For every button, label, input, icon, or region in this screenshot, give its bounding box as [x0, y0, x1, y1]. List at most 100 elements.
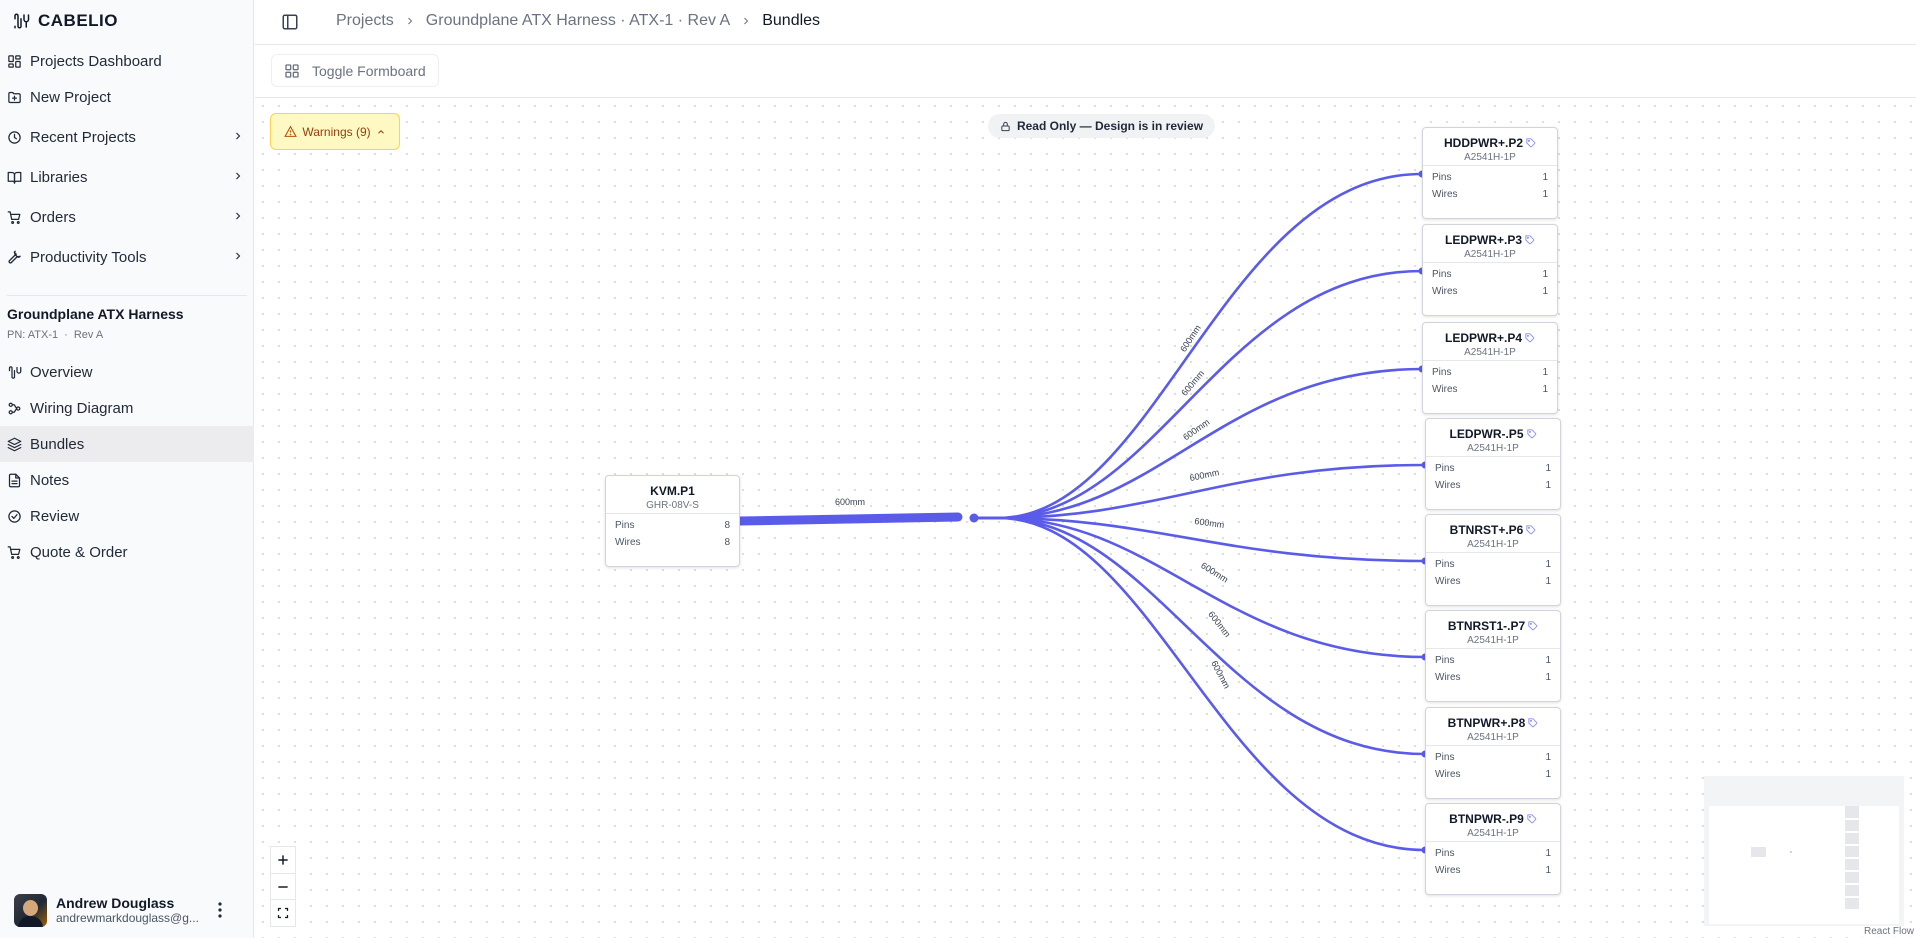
node-header: BTNRST1-.P7 A2541H-1P	[1426, 611, 1560, 649]
bundle-canvas[interactable]: React Flow	[255, 98, 1916, 938]
node-header: LEDPWR-.P5 A2541H-1P	[1426, 419, 1560, 457]
pins-count: 1	[1545, 655, 1551, 666]
target-connector-node[interactable]: LEDPWR+.P3 A2541H-1P Pins 1 Wires 1	[1422, 224, 1558, 316]
nav-orders[interactable]: Orders	[0, 199, 254, 235]
wires-label: Wires	[1435, 576, 1461, 587]
pins-label: Pins	[1435, 463, 1455, 474]
avatar	[14, 893, 47, 927]
target-connector-node[interactable]: BTNRST1-.P7 A2541H-1P Pins 1 Wires 1	[1425, 610, 1561, 702]
sidebar-item-wiring-diagram[interactable]: Wiring Diagram	[0, 390, 254, 426]
cart-icon	[7, 545, 21, 559]
node-header: BTNRST+.P6 A2541H-1P	[1426, 515, 1560, 553]
pins-count: 1	[1542, 367, 1548, 378]
warnings-label: Warnings (9)	[302, 124, 371, 139]
target-connector-node[interactable]: LEDPWR+.P4 A2541H-1P Pins 1 Wires 1	[1422, 322, 1558, 414]
wiring-icon	[8, 402, 21, 414]
sidebar-item-overview[interactable]: Overview	[0, 354, 254, 390]
sidebar-toggle-icon[interactable]	[281, 13, 299, 31]
nav-projects-dashboard[interactable]: Projects Dashboard	[0, 43, 254, 79]
wires-count: 1	[1545, 480, 1551, 491]
nav-productivity-tools[interactable]: Productivity Tools	[0, 239, 254, 275]
wires-label: Wires	[1435, 865, 1461, 876]
pins-label: Pins	[1432, 172, 1452, 183]
tag-icon[interactable]	[1526, 525, 1536, 535]
pins-count: 1	[1545, 559, 1551, 570]
project-meta-separator: ·	[64, 329, 68, 341]
pins-count: 1	[1545, 848, 1551, 859]
nav-label: Recent Projects	[30, 128, 136, 146]
node-header: BTNPWR-.P9 A2541H-1P	[1426, 804, 1560, 842]
chevron-right-icon	[236, 172, 241, 180]
target-connector-node[interactable]: BTNRST+.P6 A2541H-1P Pins 1 Wires 1	[1425, 514, 1561, 606]
connector-part-number: A2541H-1P	[1464, 249, 1516, 260]
brand-name: CABELIO	[38, 11, 118, 30]
tag-icon[interactable]	[1527, 814, 1537, 824]
connector-part-number: A2541H-1P	[1464, 347, 1516, 358]
connector-name: HDDPWR+.P2	[1443, 136, 1523, 150]
sidebar-item-review[interactable]: Review	[0, 498, 254, 534]
minus-icon	[278, 885, 288, 888]
app: CABELIO Projects Dashboard New Project Rec…	[0, 0, 1916, 938]
connector-name: LEDPWR+.P4	[1444, 331, 1522, 345]
tag-icon[interactable]	[1526, 429, 1537, 439]
node-header: HDDPWR+.P2 A2541H-1P	[1423, 128, 1557, 166]
wires-count: 1	[1545, 576, 1551, 587]
wires-count: 1	[1542, 384, 1548, 395]
user-email: andrewmarkdouglass@g...	[56, 911, 199, 925]
warnings-button[interactable]: Warnings (9)	[270, 113, 400, 150]
project-rev: Rev A	[73, 329, 104, 341]
connector-name: BTNRST1-.P7	[1447, 619, 1526, 633]
target-connector-node[interactable]: BTNPWR+.P8 A2541H-1P Pins 1 Wires 1	[1425, 707, 1561, 799]
tag-icon[interactable]	[1528, 621, 1538, 631]
fit-view-button[interactable]	[271, 900, 295, 926]
nav-label: New Project	[30, 88, 111, 106]
pins-count: 1	[1542, 269, 1548, 280]
target-connector-node[interactable]: HDDPWR+.P2 A2541H-1P Pins 1 Wires 1	[1422, 127, 1558, 219]
tag-icon[interactable]	[1525, 235, 1535, 245]
tag-icon[interactable]	[1525, 333, 1535, 343]
wires-label: Wires	[1432, 189, 1458, 200]
wires-label: Wires	[615, 537, 641, 548]
user-account[interactable]: Andrew Douglass andrewmarkdouglass@g...	[14, 893, 244, 927]
tag-icon[interactable]	[1526, 138, 1536, 148]
source-connector-node[interactable]: KVM.P1 GHR-08V-S Pins 8 Wires 8	[605, 475, 740, 567]
wires-label: Wires	[1435, 480, 1461, 491]
sidebar-item-bundles[interactable]: Bundles	[0, 426, 254, 462]
cart-icon	[7, 210, 21, 224]
zoom-in-button[interactable]	[271, 847, 295, 874]
breadcrumb-projects[interactable]: Projects	[336, 12, 394, 30]
chevron-right-icon	[236, 212, 241, 220]
wires-label: Wires	[1432, 286, 1458, 297]
sidebar-item-notes[interactable]: Notes	[0, 462, 254, 498]
more-vertical-icon[interactable]	[212, 900, 228, 920]
tag-icon[interactable]	[1528, 718, 1538, 728]
zoom-out-button[interactable]	[271, 874, 295, 901]
wires-label: Wires	[1435, 672, 1461, 683]
zoom-controls	[270, 846, 296, 927]
node-header: LEDPWR+.P4 A2541H-1P	[1423, 323, 1557, 361]
chevron-up-icon	[377, 129, 384, 134]
minimap-view	[1709, 806, 1899, 924]
connector-part-number: A2541H-1P	[1467, 732, 1519, 743]
pins-label: Pins	[1432, 269, 1452, 280]
read-only-text: Read Only — Design is in review	[1016, 119, 1204, 133]
top-bar: Projects Groundplane ATX Harness · ATX-1…	[255, 0, 1916, 45]
react-flow-attribution[interactable]: React Flow	[1861, 925, 1916, 938]
brand[interactable]: CABELIO	[12, 9, 118, 33]
breadcrumb-project[interactable]: Groundplane ATX Harness · ATX-1 · Rev A	[426, 12, 730, 30]
pins-label: Pins	[1432, 367, 1452, 378]
connector-part-number: A2541H-1P	[1467, 443, 1519, 454]
chevron-right-icon	[236, 252, 241, 260]
nav-label: Wiring Diagram	[30, 399, 134, 417]
nav-new-project[interactable]: New Project	[0, 79, 254, 115]
pins-label: Pins	[1435, 752, 1455, 763]
target-connector-node[interactable]: LEDPWR-.P5 A2541H-1P Pins 1 Wires 1	[1425, 418, 1561, 510]
minimap[interactable]	[1704, 776, 1904, 926]
toggle-formboard-button[interactable]: Toggle Formboard	[271, 54, 439, 87]
wires-count: 1	[1542, 286, 1548, 297]
connector-part-number: A2541H-1P	[1467, 828, 1519, 839]
target-connector-node[interactable]: BTNPWR-.P9 A2541H-1P Pins 1 Wires 1	[1425, 803, 1561, 895]
sidebar-item-quote-order[interactable]: Quote & Order	[0, 534, 254, 570]
nav-recent-projects[interactable]: Recent Projects	[0, 119, 254, 155]
nav-libraries[interactable]: Libraries	[0, 159, 254, 195]
